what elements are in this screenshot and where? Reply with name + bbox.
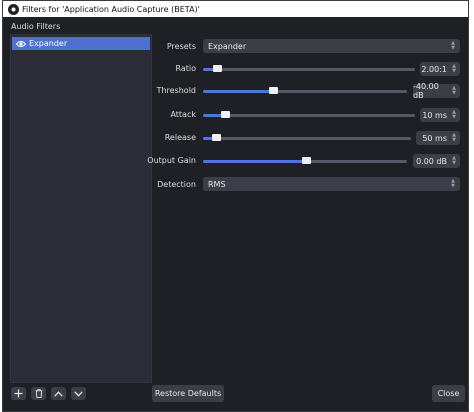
chevron-up-icon: [54, 390, 63, 397]
slider-track: [203, 137, 411, 140]
output-gain-label: Output Gain: [147, 156, 196, 165]
detection-label: Detection: [157, 180, 196, 189]
attack-value: 10 ms: [422, 110, 447, 120]
release-value: 50 ms: [422, 133, 447, 143]
restore-defaults-button[interactable]: Restore Defaults: [152, 385, 224, 402]
trash-icon: [35, 389, 42, 398]
ratio-slider[interactable]: [203, 62, 415, 76]
filter-item-label: Expander: [29, 39, 68, 48]
slider-fill: [203, 114, 223, 117]
filters-window: Filters for 'Application Audio Capture (…: [2, 0, 469, 412]
slider-handle[interactable]: [269, 87, 278, 94]
output-gain-spinbox[interactable]: 0.00 dB ▲ ▼: [413, 154, 460, 168]
eye-icon[interactable]: [16, 40, 26, 48]
spin-arrows-icon[interactable]: ▲ ▼: [451, 133, 457, 143]
presets-select[interactable]: Expander ▲ ▼: [203, 39, 460, 53]
window-title: Filters for 'Application Audio Capture (…: [22, 4, 200, 14]
properties-panel: Presets Expander ▲ ▼ Ratio 2.00:1 ▲ ▼ Thre…: [147, 34, 466, 380]
spin-arrows-icon[interactable]: ▲ ▼: [451, 156, 457, 166]
output-gain-slider[interactable]: [203, 154, 407, 168]
slider-handle[interactable]: [213, 65, 222, 72]
threshold-value: -40.00 dB: [413, 82, 439, 100]
ratio-value: 2.00:1: [421, 64, 447, 74]
slider-track: [203, 114, 415, 117]
audio-filters-label: Audio Filters: [11, 22, 61, 31]
move-down-button[interactable]: [71, 387, 86, 400]
presets-label: Presets: [166, 42, 196, 51]
ratio-label: Ratio: [175, 64, 196, 73]
detection-select[interactable]: RMS ▲ ▼: [203, 177, 460, 191]
ratio-spinbox[interactable]: 2.00:1 ▲ ▼: [420, 62, 460, 76]
release-label: Release: [164, 133, 196, 142]
slider-handle[interactable]: [221, 111, 230, 118]
add-filter-button[interactable]: [11, 387, 26, 400]
title-bar: Filters for 'Application Audio Capture (…: [3, 1, 468, 17]
output-gain-value: 0.00 dB: [416, 156, 447, 166]
attack-slider[interactable]: [203, 108, 415, 122]
attack-label: Attack: [170, 110, 196, 119]
spin-arrows-icon[interactable]: ▲ ▼: [451, 86, 457, 96]
plus-icon: [14, 389, 23, 398]
move-up-button[interactable]: [51, 387, 66, 400]
select-arrows-icon: ▲ ▼: [451, 40, 455, 51]
slider-fill: [203, 90, 273, 93]
slider-track: [203, 68, 415, 71]
release-slider[interactable]: [203, 131, 411, 145]
threshold-label: Threshold: [156, 86, 196, 95]
attack-spinbox[interactable]: 10 ms ▲ ▼: [420, 108, 460, 122]
close-button[interactable]: Close: [432, 385, 465, 402]
slider-handle[interactable]: [302, 157, 311, 164]
detection-value: RMS: [208, 179, 226, 189]
spin-arrows-icon[interactable]: ▲ ▼: [451, 110, 457, 120]
obs-icon: [8, 3, 19, 15]
slider-fill: [203, 160, 307, 163]
threshold-spinbox[interactable]: -40.00 dB ▲ ▼: [413, 82, 460, 100]
chevron-down-icon: [74, 390, 83, 397]
spin-arrows-icon[interactable]: ▲ ▼: [451, 64, 457, 74]
release-spinbox[interactable]: 50 ms ▲ ▼: [416, 131, 460, 145]
select-arrows-icon: ▲ ▼: [451, 178, 455, 189]
presets-value: Expander: [208, 41, 247, 51]
slider-handle[interactable]: [212, 134, 221, 141]
threshold-slider[interactable]: [203, 84, 407, 98]
remove-filter-button[interactable]: [31, 387, 46, 400]
